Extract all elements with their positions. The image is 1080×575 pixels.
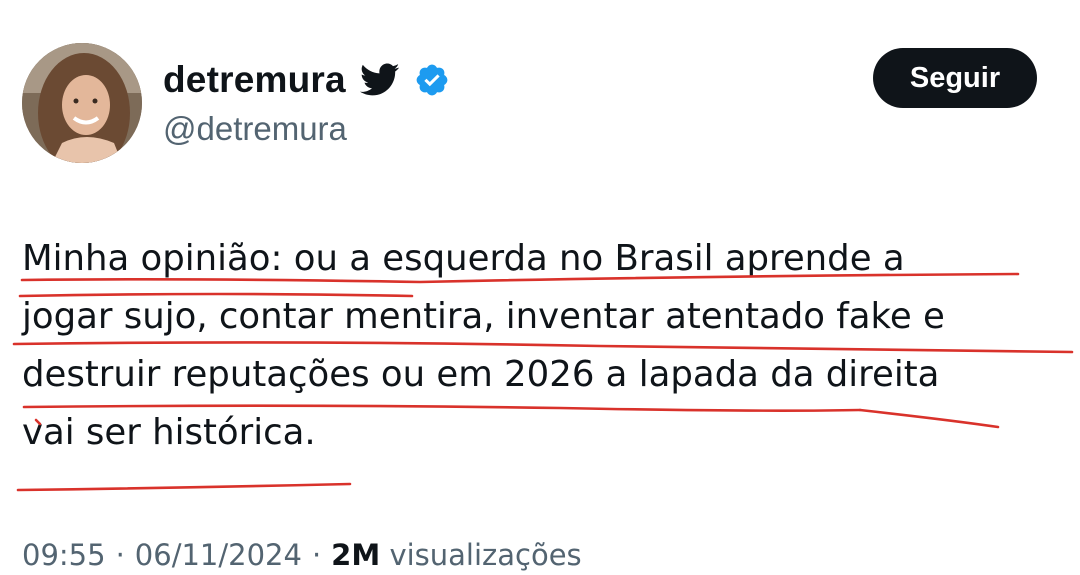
follow-button[interactable]: Seguir bbox=[873, 48, 1037, 108]
author-name-row: detremura bbox=[163, 56, 450, 104]
underline-stroke bbox=[16, 482, 352, 492]
views-count: 2M bbox=[331, 538, 381, 572]
avatar-photo-icon bbox=[22, 43, 142, 163]
meta-separator: · bbox=[311, 538, 322, 572]
tweet-text-line: vai ser histórica. bbox=[22, 412, 316, 453]
tweet-meta: 09:55 · 06/11/2024 · 2M visualizações bbox=[22, 538, 582, 572]
tweet-text: Minha opinião: ou a esquerda no Brasil a… bbox=[22, 230, 1062, 462]
tweet-time[interactable]: 09:55 bbox=[22, 538, 106, 572]
author-avatar[interactable] bbox=[22, 43, 142, 163]
author-display-name[interactable]: detremura bbox=[163, 59, 346, 101]
tweet-card: detremura @detremura Seguir Minha opiniã… bbox=[0, 0, 1080, 575]
tweet-date[interactable]: 06/11/2024 bbox=[135, 538, 302, 572]
views-label: visualizações bbox=[389, 538, 582, 572]
tweet-text-line: destruir reputações ou em 2026 a lapada … bbox=[22, 354, 940, 395]
verified-badge-icon bbox=[414, 62, 450, 98]
twitter-bird-icon bbox=[359, 63, 400, 97]
tweet-text-line: jogar sujo, contar mentira, inventar ate… bbox=[22, 296, 945, 337]
meta-separator: · bbox=[115, 538, 125, 572]
tweet-text-line: Minha opinião: ou a esquerda no Brasil a… bbox=[22, 238, 905, 279]
author-handle[interactable]: @detremura bbox=[163, 110, 347, 148]
